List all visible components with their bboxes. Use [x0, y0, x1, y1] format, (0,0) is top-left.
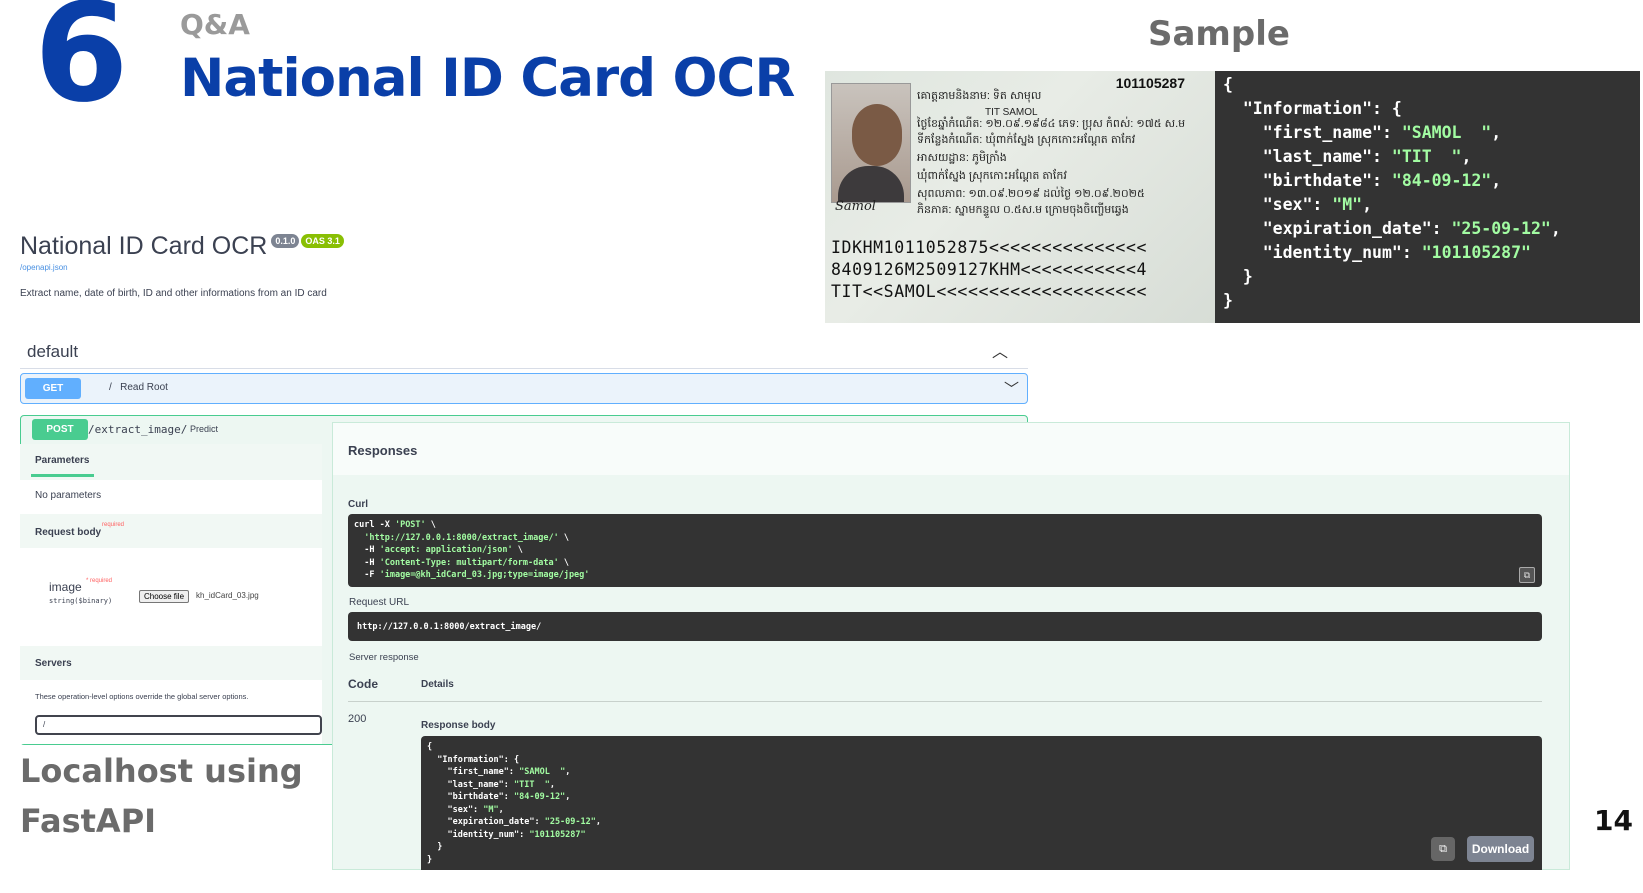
swagger-title: National ID Card OCR 0.1.0 OAS 3.1	[20, 232, 344, 261]
id-khmer-line: ភិនភាគ: ស្នាមកន្ទួល ០.៥ស.ម ក្រោមចុងចិញ្ច…	[917, 204, 1129, 216]
caption-line-2: FastAPI	[20, 802, 157, 840]
slide-number: 6	[34, 0, 129, 133]
servers-label: Servers	[35, 658, 72, 669]
id-card-image: Samol 101105287 គោត្តនាមនិងនាម: ទិត សាមុ…	[825, 71, 1215, 323]
section-label: Q&A	[180, 8, 250, 41]
json-sample: { "Information": { "first_name": "SAMOL …	[1215, 71, 1640, 323]
id-photo	[831, 83, 911, 203]
server-select[interactable]: /	[35, 715, 322, 735]
sample-label: Sample	[1148, 14, 1290, 54]
id-khmer-line: គោត្តនាមនិងនាម: ទិត សាមុល	[917, 90, 1042, 102]
status-code: 200	[348, 713, 367, 725]
id-mrz: IDKHM1011052875<<<<<<<<<<<<<<< 8409126M25…	[831, 238, 1148, 301]
no-parameters-text: No parameters	[35, 490, 102, 501]
get-root-operation[interactable]: GET / Read Root ﹀	[20, 373, 1028, 404]
id-khmer-line: សុពលភាព: ១៣.០៩.២០១៩ ដល់ថ្ងៃ ១២.០៩.២០២៥	[917, 188, 1145, 200]
details-column-header: Details	[421, 679, 454, 690]
divider	[348, 701, 1542, 702]
copy-icon[interactable]: ⧉	[1431, 837, 1455, 861]
id-khmer-line: ឃុំពាក់ស្នែង ស្រុកកោះអណ្តែត តាកែវ	[917, 170, 1067, 182]
copy-icon[interactable]: ⧉	[1519, 567, 1535, 583]
page-number: 14	[1594, 804, 1633, 837]
get-method-badge: GET	[25, 378, 81, 399]
id-signature: Samol	[835, 199, 876, 214]
download-button[interactable]: Download	[1467, 836, 1534, 862]
response-body-label: Response body	[421, 720, 496, 731]
tag-default[interactable]: default	[27, 342, 78, 362]
id-khmer-line: អាសយដ្ឋាន: ភូមិក្រាំង	[917, 152, 1007, 164]
slide-title: National ID Card OCR	[180, 48, 795, 109]
image-required-marker: * required	[86, 578, 113, 584]
chevron-down-icon[interactable]: ﹀	[1004, 378, 1019, 399]
server-response-label: Server response	[349, 652, 419, 663]
required-marker: required	[102, 522, 125, 528]
request-body-label: Request body	[35, 527, 102, 538]
openapi-link[interactable]: /openapi.json	[20, 263, 68, 272]
request-url-label: Request URL	[349, 597, 410, 608]
id-khmer-line: ទីកន្លែងកំណើត: ឃុំពាក់ស្នែង ស្រុកកោះអណ្ត…	[917, 134, 1136, 146]
servers-note: These operation-level options override t…	[35, 692, 249, 701]
post-method-badge[interactable]: POST	[32, 419, 88, 440]
curl-command[interactable]: curl -X 'POST' \ 'http://127.0.0.1:8000/…	[348, 514, 1542, 587]
tab-parameters[interactable]: Parameters	[35, 455, 89, 466]
get-path: / Read Root	[109, 382, 168, 393]
selected-file-name: kh_idCard_03.jpg	[196, 591, 259, 600]
post-summary: Predict	[190, 424, 219, 434]
chevron-up-icon[interactable]: ︿	[992, 338, 1008, 362]
api-description: Extract name, date of birth, ID and othe…	[20, 288, 327, 299]
responses-title: Responses	[348, 443, 418, 458]
response-body[interactable]: { "Information": { "first_name": "SAMOL …	[421, 736, 1542, 870]
image-param-label: image	[49, 580, 82, 594]
divider	[20, 368, 1028, 369]
caption-line-1: Localhost using	[20, 752, 303, 790]
curl-label: Curl	[348, 499, 368, 510]
request-url[interactable]: http://127.0.0.1:8000/extract_image/	[348, 612, 1542, 641]
version-badge: 0.1.0	[271, 234, 300, 248]
id-number: 101105287	[1115, 75, 1185, 91]
code-column-header: Code	[348, 677, 378, 691]
oas-badge: OAS 3.1	[301, 234, 344, 248]
image-param-type: string($binary)	[49, 597, 113, 605]
id-khmer-line: ថ្ងៃខែឆ្នាំកំណើត: ១២.០៩.១៩៨៤ ភេទ: ប្រុស …	[917, 118, 1186, 130]
responses-header	[333, 423, 1569, 475]
tab-underline	[31, 474, 94, 477]
post-path[interactable]: /extract_image/	[88, 423, 187, 436]
choose-file-button[interactable]: Choose file	[139, 590, 190, 603]
